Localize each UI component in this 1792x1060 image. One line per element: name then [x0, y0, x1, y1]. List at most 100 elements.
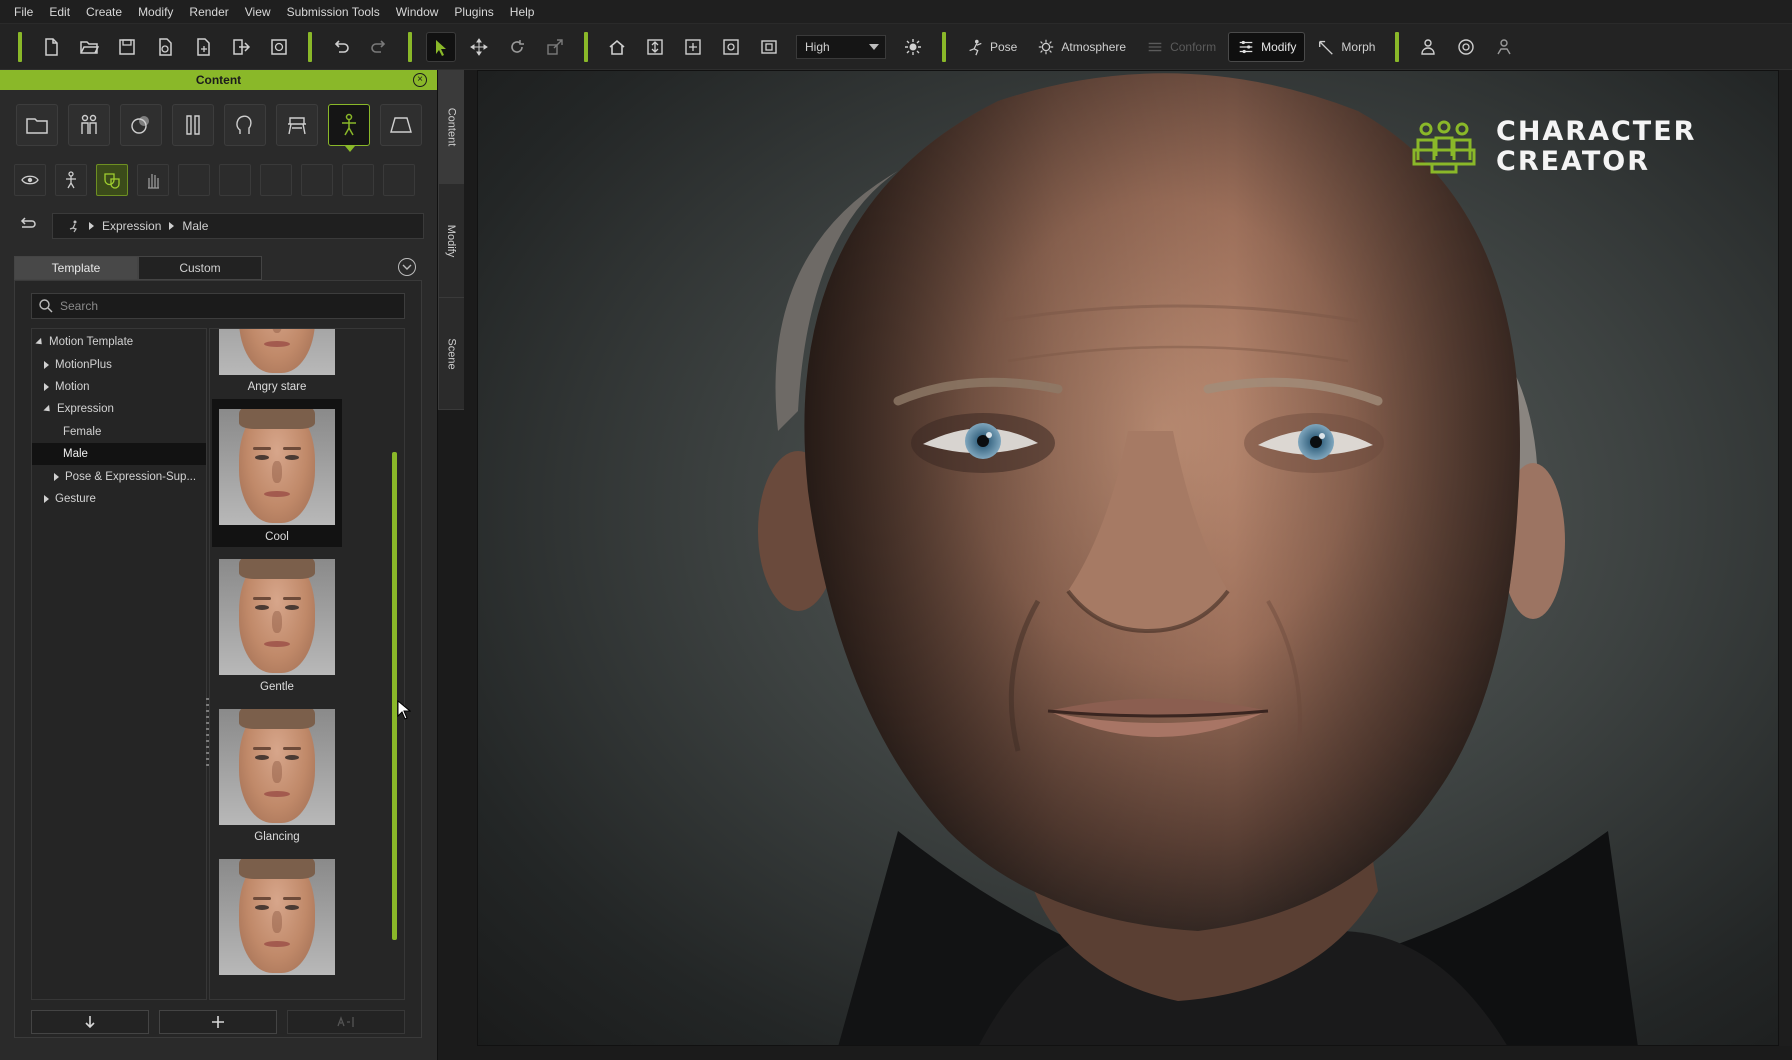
modify-label: Modify: [1261, 39, 1297, 54]
chevron-down-icon[interactable]: [398, 258, 416, 276]
camera-fit-button[interactable]: [640, 32, 670, 62]
category-props-button[interactable]: [276, 104, 318, 146]
sub-hand-button[interactable]: [137, 164, 169, 196]
character-button[interactable]: [1413, 32, 1443, 62]
add-button[interactable]: [159, 1010, 277, 1034]
tree-item-motionplus[interactable]: MotionPlus: [32, 353, 206, 375]
back-button[interactable]: [18, 214, 38, 234]
category-clothes-button[interactable]: [172, 104, 214, 146]
expression-thumbnail: [219, 409, 335, 525]
undo-button[interactable]: [326, 32, 356, 62]
open-button[interactable]: [74, 32, 104, 62]
category-character-button[interactable]: [68, 104, 110, 146]
conform-button[interactable]: Conform: [1138, 32, 1224, 62]
camera-zoom-button[interactable]: [716, 32, 746, 62]
scrollbar[interactable]: [392, 452, 397, 940]
side-tab-scene[interactable]: Scene: [438, 298, 464, 410]
tree-item-label: Female: [63, 425, 102, 438]
modify-button[interactable]: Modify: [1228, 31, 1306, 62]
tree-item-pose-expression-sup[interactable]: Pose & Expression-Sup...: [32, 465, 206, 487]
tab-template[interactable]: Template: [14, 256, 138, 280]
tree-item-motion[interactable]: Motion: [32, 376, 206, 398]
morph-button[interactable]: Morph: [1309, 32, 1383, 62]
breadcrumb-separator-icon: [89, 222, 94, 230]
export-button[interactable]: [226, 32, 256, 62]
home-camera-button[interactable]: [602, 32, 632, 62]
category-motion-button[interactable]: [328, 104, 370, 152]
category-accessory-button[interactable]: [224, 104, 266, 146]
side-tab-modify[interactable]: Modify: [438, 184, 464, 298]
subcategory-row: [14, 164, 415, 196]
menu-file[interactable]: File: [6, 0, 41, 24]
menu-create[interactable]: Create: [78, 0, 130, 24]
tab-custom[interactable]: Custom: [138, 256, 262, 280]
thumbnail-item[interactable]: Cool: [212, 399, 342, 547]
menu-window[interactable]: Window: [388, 0, 447, 24]
atmosphere-button[interactable]: Atmosphere: [1029, 32, 1134, 62]
conform-label: Conform: [1170, 39, 1217, 54]
stage-icon: [390, 117, 412, 133]
atmosphere-icon: [1039, 39, 1054, 54]
tree-item-motion-template[interactable]: Motion Template: [32, 331, 206, 353]
apply-down-button[interactable]: [31, 1010, 149, 1034]
menu-edit[interactable]: Edit: [41, 0, 78, 24]
tree-item-female[interactable]: Female: [32, 421, 206, 443]
menu-submission-tools[interactable]: Submission Tools: [279, 0, 388, 24]
new-file-button[interactable]: [36, 32, 66, 62]
camera-options-button[interactable]: [754, 32, 784, 62]
sub-expression-button[interactable]: [96, 164, 128, 196]
smart-gallery-button[interactable]: [1451, 32, 1481, 62]
category-skin-button[interactable]: [120, 104, 162, 146]
bench-icon: [288, 117, 306, 135]
rotate-tool-button[interactable]: [502, 32, 532, 62]
tree-item-expression[interactable]: Expression: [32, 398, 206, 420]
lighting-button[interactable]: [898, 32, 928, 62]
headshot-button[interactable]: [1489, 32, 1519, 62]
category-scene-button[interactable]: [380, 104, 422, 146]
menu-render[interactable]: Render: [181, 0, 236, 24]
menu-bar: File Edit Create Modify Render View Subm…: [0, 0, 1792, 24]
side-tab-content[interactable]: Content: [438, 70, 464, 184]
camera-frame-button[interactable]: [678, 32, 708, 62]
frame-icon: [685, 38, 701, 55]
import-button[interactable]: [150, 32, 180, 62]
scale-tool-button[interactable]: [540, 32, 570, 62]
material-icon: [131, 116, 149, 134]
move-tool-button[interactable]: [464, 32, 494, 62]
pose-icon: [969, 39, 982, 55]
character-icon: [1421, 38, 1436, 55]
menu-help[interactable]: Help: [502, 0, 543, 24]
morph-icon: [1319, 40, 1334, 55]
save-button[interactable]: [112, 32, 142, 62]
menu-view[interactable]: View: [237, 0, 279, 24]
render-button[interactable]: [264, 32, 294, 62]
replace-button[interactable]: [287, 1010, 405, 1034]
breadcrumb-separator-icon: [169, 222, 175, 230]
thumbnail-item[interactable]: Glancing: [212, 699, 342, 847]
thumbnail-item[interactable]: [212, 849, 342, 997]
tree-item-male[interactable]: Male: [32, 442, 206, 466]
menu-modify[interactable]: Modify: [130, 0, 181, 24]
quality-value: High: [805, 39, 830, 54]
breadcrumb-item[interactable]: Male: [182, 219, 208, 233]
thumbnail-item[interactable]: Gentle: [212, 549, 342, 697]
menu-plugins[interactable]: Plugins: [446, 0, 501, 24]
thumbnail-item[interactable]: Angry stare: [212, 329, 342, 397]
sub-eye-button[interactable]: [14, 164, 46, 196]
close-icon[interactable]: ×: [413, 73, 427, 87]
pose-button[interactable]: Pose: [958, 32, 1025, 62]
select-tool-button[interactable]: [426, 31, 456, 62]
breadcrumb-item[interactable]: Expression: [102, 219, 161, 233]
sub-pose-button[interactable]: [55, 164, 87, 196]
tree-item-gesture[interactable]: Gesture: [32, 488, 206, 510]
3d-viewport[interactable]: CHARACTER CREATOR: [477, 70, 1779, 1046]
category-project-button[interactable]: [16, 104, 58, 146]
replace-icon: [337, 1016, 354, 1027]
redo-button[interactable]: [364, 32, 394, 62]
merge-button[interactable]: [188, 32, 218, 62]
search-input[interactable]: Search: [31, 293, 405, 319]
camera-options-icon: [761, 39, 777, 54]
quality-dropdown[interactable]: High: [796, 34, 886, 59]
content-panel: Content × Expression Male Template Custo…: [0, 70, 438, 1060]
sub-empty-slot: [383, 164, 415, 196]
